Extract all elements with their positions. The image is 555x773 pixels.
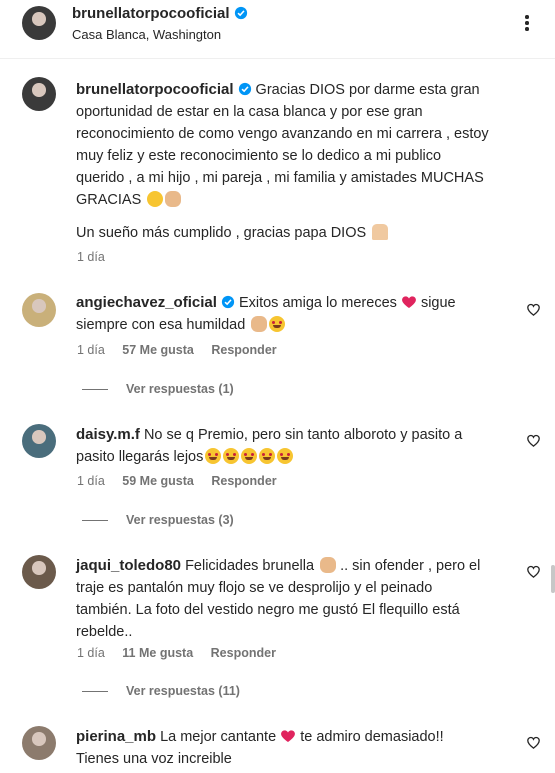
like-comment-heart-icon[interactable] — [526, 433, 541, 448]
like-comment-heart-icon[interactable] — [526, 564, 541, 579]
comment-text: daisy.m.f No se q Premio, pero sin tanto… — [76, 426, 463, 465]
star-struck-emoji-icon — [223, 448, 240, 464]
comment-text: jaqui_toledo80 Felicidades brunella .. s… — [76, 557, 481, 640]
reply-button[interactable]: Responder — [211, 474, 276, 488]
verified-badge-icon — [238, 82, 251, 96]
comment-text: pierina_mb La mejor cantante te admiro d… — [76, 728, 444, 767]
star-struck-emoji-icon — [205, 448, 222, 464]
replies-divider — [82, 691, 108, 693]
post-header: brunellatorpocooficial Casa Blanca, Wash… — [0, 0, 555, 59]
comment-likes[interactable]: 59 Me gusta — [122, 474, 194, 488]
like-comment-heart-icon[interactable] — [526, 302, 541, 317]
raised-hands-emoji-icon — [251, 316, 268, 332]
scrollbar-thumb[interactable] — [551, 565, 555, 593]
caption-text: brunellatorpocooficial Gracias DIOS por … — [76, 81, 489, 208]
verified-badge-icon — [234, 6, 247, 20]
caption-avatar[interactable] — [22, 77, 56, 111]
view-replies-button[interactable]: Ver respuestas (3) — [82, 513, 234, 527]
commenter-avatar[interactable] — [22, 555, 56, 589]
reply-button[interactable]: Responder — [211, 646, 276, 660]
author-username[interactable]: brunellatorpocooficial — [72, 5, 230, 22]
clapping-hands-emoji-icon — [165, 191, 182, 207]
comment-likes[interactable]: 11 Me gusta — [122, 646, 193, 660]
clapping-hands-emoji-icon — [320, 557, 337, 573]
commenter-avatar[interactable] — [22, 293, 56, 327]
like-comment-heart-icon[interactable] — [526, 735, 541, 750]
comment-meta: 1 día 11 Me gusta Responder — [77, 646, 276, 660]
star-struck-emoji-icon — [259, 448, 276, 464]
praying-hands-emoji-icon — [372, 224, 389, 240]
red-heart-emoji-icon — [281, 730, 296, 742]
reply-button[interactable]: Responder — [211, 343, 276, 357]
comment-text: angiechavez_oficial Exitos amiga lo mere… — [76, 294, 456, 333]
caption-text-2: Un sueño más cumplido , gracias papa DIO… — [76, 222, 541, 244]
comment-meta: 1 día 57 Me gusta Responder — [77, 343, 277, 357]
commenter-username[interactable]: pierina_mb — [76, 728, 156, 745]
comment-meta: 1 día 59 Me gusta Responder — [77, 474, 277, 488]
star-struck-emoji-icon — [269, 316, 286, 332]
caption-username[interactable]: brunellatorpocooficial — [76, 81, 234, 98]
commenter-avatar[interactable] — [22, 424, 56, 458]
crying-face-emoji-icon — [147, 191, 164, 207]
replies-divider — [82, 389, 108, 391]
author-avatar[interactable] — [22, 6, 56, 40]
commenter-avatar[interactable] — [22, 726, 56, 760]
star-struck-emoji-icon — [277, 448, 294, 464]
commenter-username[interactable]: jaqui_toledo80 — [76, 557, 181, 574]
author-name-row: brunellatorpocooficial — [72, 5, 248, 23]
replies-divider — [82, 520, 108, 522]
red-heart-emoji-icon — [402, 296, 416, 308]
star-struck-emoji-icon — [241, 448, 258, 464]
caption-meta: 1 día — [77, 250, 105, 264]
comment-likes[interactable]: 57 Me gusta — [122, 343, 194, 357]
post-location[interactable]: Casa Blanca, Washington — [72, 27, 221, 42]
view-replies-button[interactable]: Ver respuestas (11) — [82, 684, 240, 698]
view-replies-button[interactable]: Ver respuestas (1) — [82, 382, 234, 396]
commenter-username[interactable]: angiechavez_oficial — [76, 294, 217, 311]
verified-badge-icon — [221, 295, 235, 309]
commenter-username[interactable]: daisy.m.f — [76, 426, 140, 443]
more-options-icon[interactable] — [517, 14, 537, 31]
